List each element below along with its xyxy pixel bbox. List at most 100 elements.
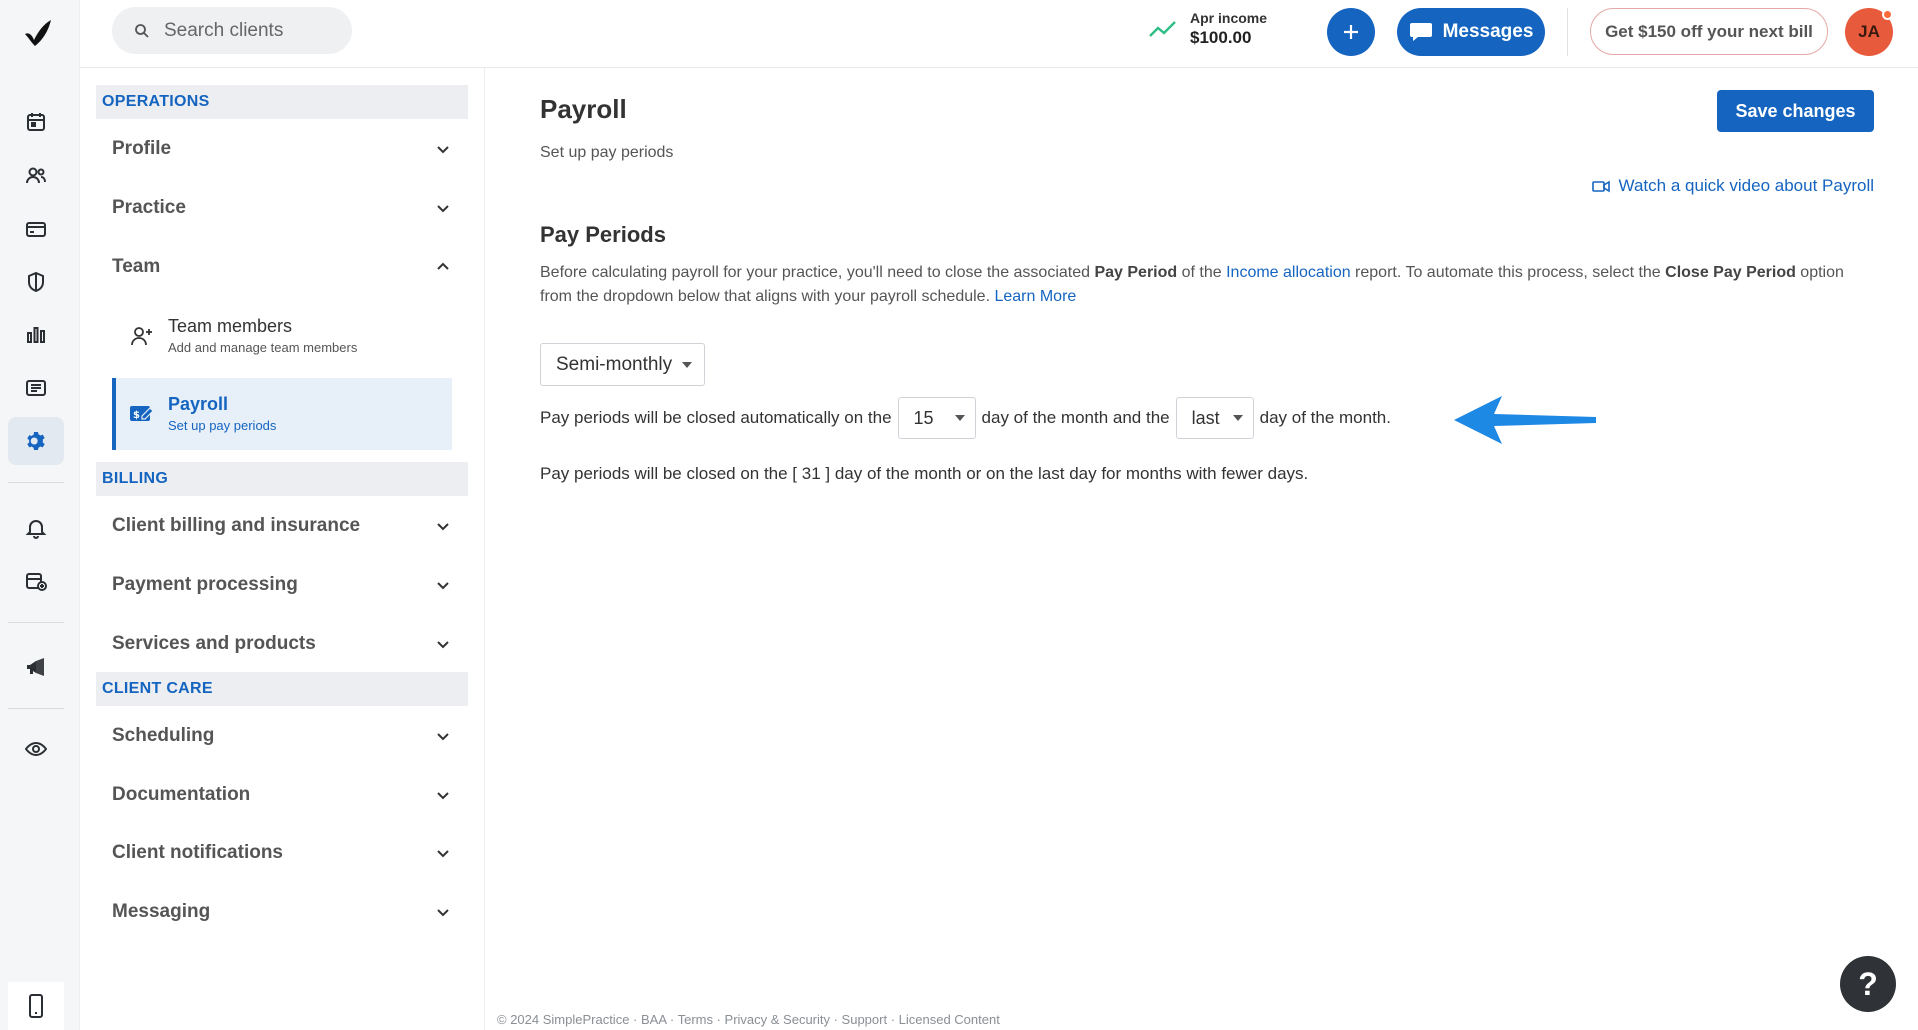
sidebar-item-services-products[interactable]: Services and products <box>96 618 468 670</box>
select-value: last <box>1191 407 1220 428</box>
chevron-down-icon <box>437 523 449 531</box>
page-title: Payroll <box>540 94 627 124</box>
save-changes-button[interactable]: Save changes <box>1717 90 1874 132</box>
add-person-icon <box>128 322 156 350</box>
subitem-description: Add and manage team members <box>168 340 358 355</box>
mobile-app-icon[interactable] <box>8 982 64 1030</box>
footer-links[interactable]: © 2024 SimplePractice · BAA · Terms · Pr… <box>497 1012 1000 1027</box>
analytics-icon[interactable] <box>8 311 64 359</box>
rule-mid: day of the month and the <box>981 408 1170 427</box>
requests-calendar-icon[interactable] <box>8 557 64 605</box>
income-summary[interactable]: Apr income $100.00 <box>1148 9 1267 49</box>
create-new-button[interactable] <box>1327 8 1375 56</box>
rail-divider <box>8 708 64 709</box>
chevron-down-icon <box>437 205 449 213</box>
sidebar-item-label: Documentation <box>112 784 251 805</box>
subitem-title: Payroll <box>168 394 229 414</box>
chevron-down-icon <box>437 146 449 154</box>
topbar-divider <box>1567 8 1568 56</box>
sidebar-item-practice[interactable]: Practice <box>96 182 468 234</box>
income-label: Apr income <box>1190 10 1268 26</box>
chevron-down-icon <box>437 641 449 649</box>
section-header-billing: BILLING <box>96 462 468 496</box>
sidebar-item-profile[interactable]: Profile <box>96 123 468 175</box>
income-allocation-link[interactable]: Income allocation <box>1226 264 1351 281</box>
close-rule-row: Pay periods will be closed automatically… <box>540 397 1391 439</box>
announcements-megaphone-icon[interactable] <box>8 643 64 691</box>
sidebar-subitem-team-members[interactable]: Team members Add and manage team members <box>112 300 452 372</box>
client-search[interactable] <box>112 7 352 54</box>
video-link-label: Watch a quick video about Payroll <box>1618 176 1874 195</box>
rail-divider <box>8 482 64 483</box>
pay-periods-description: Before calculating payroll for your prac… <box>540 261 1880 309</box>
desc-bold: Pay Period <box>1094 264 1178 281</box>
sidebar-item-documentation[interactable]: Documentation <box>96 769 468 821</box>
pay-frequency-select[interactable]: Semi-monthly <box>540 343 705 386</box>
sidebar-item-label: Messaging <box>112 901 211 922</box>
learn-more-link[interactable]: Learn More <box>994 288 1076 305</box>
notifications-bell-icon[interactable] <box>8 504 64 552</box>
sidebar-item-scheduling[interactable]: Scheduling <box>96 710 468 762</box>
pay-periods-heading: Pay Periods <box>540 222 666 247</box>
select-value: 15 <box>913 407 934 428</box>
close-rule-note: Pay periods will be closed on the [ 31 ]… <box>540 464 1309 483</box>
sidebar-item-team[interactable]: Team <box>96 241 468 293</box>
clients-icon[interactable] <box>8 152 64 200</box>
sidebar-item-messaging[interactable]: Messaging <box>96 886 468 938</box>
messages-button[interactable]: Messages <box>1397 8 1545 56</box>
search-input[interactable] <box>164 19 334 42</box>
notification-dot <box>1882 9 1893 20</box>
sidebar-item-client-billing[interactable]: Client billing and insurance <box>96 500 468 552</box>
user-avatar[interactable]: JA <box>1845 8 1893 56</box>
sidebar-item-label: Team <box>112 256 161 277</box>
page-subtitle: Set up pay periods <box>540 144 674 161</box>
svg-text:$: $ <box>133 410 140 421</box>
video-camera-icon <box>1591 180 1610 193</box>
search-icon <box>135 23 149 38</box>
question-mark-icon: ? <box>1858 965 1878 1002</box>
rule-suffix: day of the month. <box>1259 408 1391 427</box>
activity-list-icon[interactable] <box>8 364 64 412</box>
settings-sidebar: OPERATIONS Profile Practice Team Team me… <box>80 68 485 1030</box>
second-close-day-select[interactable]: last <box>1175 397 1254 439</box>
simplepractice-logo-icon[interactable] <box>21 16 55 50</box>
referral-promo-button[interactable]: Get $150 off your next bill <box>1590 8 1828 55</box>
insurance-shield-icon[interactable] <box>8 258 64 306</box>
subitem-title: Team members <box>168 316 293 336</box>
chevron-up-icon <box>437 262 449 270</box>
sidebar-item-payment-processing[interactable]: Payment processing <box>96 559 468 611</box>
chevron-down-icon <box>437 792 449 800</box>
income-value: $100.00 <box>1190 28 1252 47</box>
chevron-down-icon <box>437 733 449 741</box>
preview-eye-icon[interactable] <box>8 725 64 773</box>
desc-text: Before calculating payroll for your prac… <box>540 264 1095 281</box>
top-bar: Apr income $100.00 Messages Get $150 off… <box>80 0 1918 68</box>
sidebar-item-label: Client notifications <box>112 842 283 863</box>
billing-card-icon[interactable] <box>8 205 64 253</box>
caret-down-icon <box>954 415 965 421</box>
plus-icon <box>1344 25 1358 39</box>
chevron-down-icon <box>437 582 449 590</box>
subitem-description: Set up pay periods <box>168 418 277 433</box>
icon-rail <box>0 0 80 1030</box>
sidebar-item-client-notifications[interactable]: Client notifications <box>96 827 468 879</box>
section-header-operations: OPERATIONS <box>96 85 468 119</box>
calendar-icon[interactable] <box>8 98 64 146</box>
sidebar-item-label: Practice <box>112 197 186 218</box>
sidebar-item-label: Services and products <box>112 633 316 654</box>
rule-prefix: Pay periods will be closed automatically… <box>540 408 892 427</box>
promo-label: Get $150 off your next bill <box>1605 21 1813 41</box>
help-button[interactable]: ? <box>1840 956 1896 1012</box>
sidebar-subitem-payroll[interactable]: $ Payroll Set up pay periods <box>112 378 452 450</box>
payroll-check-icon: $ <box>128 400 156 428</box>
caret-down-icon <box>682 361 692 368</box>
settings-gear-icon[interactable] <box>8 417 64 465</box>
select-value: Semi-monthly <box>556 353 673 375</box>
watch-video-link[interactable]: Watch a quick video about Payroll <box>1591 176 1874 196</box>
caret-down-icon <box>1232 415 1243 421</box>
sidebar-item-label: Payment processing <box>112 574 298 595</box>
section-header-client-care: CLIENT CARE <box>96 672 468 706</box>
first-close-day-select[interactable]: 15 <box>897 397 976 439</box>
trend-up-icon <box>1149 21 1176 37</box>
sidebar-item-label: Scheduling <box>112 725 215 746</box>
